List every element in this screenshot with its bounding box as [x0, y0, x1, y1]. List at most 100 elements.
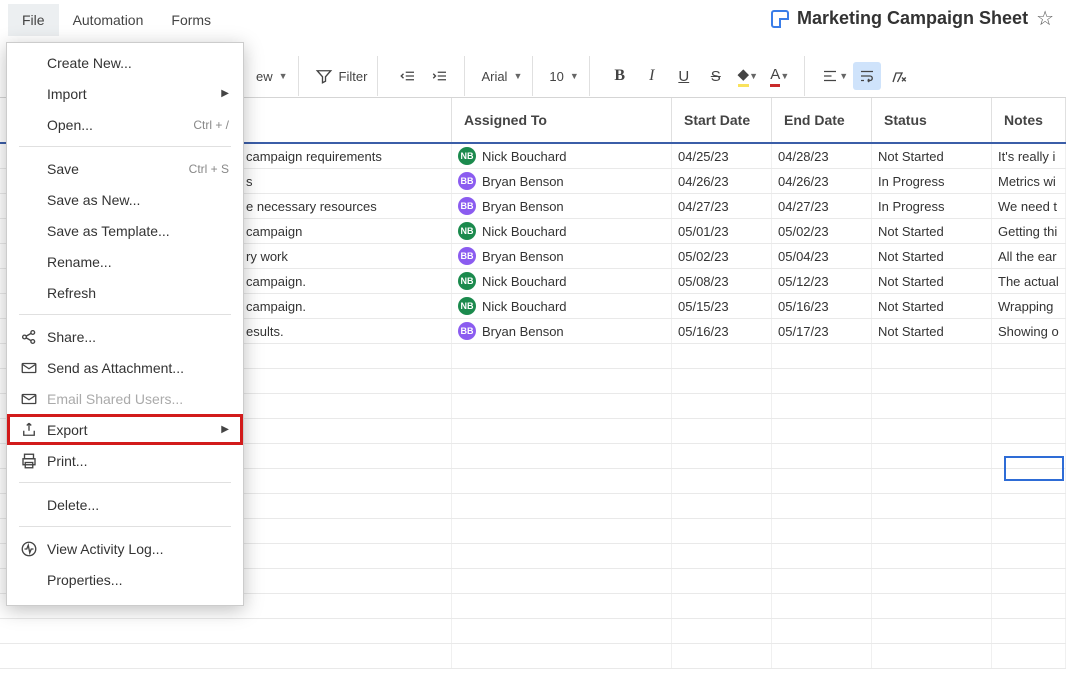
- cell-status[interactable]: Not Started: [872, 269, 992, 293]
- cell-end[interactable]: 04/26/23: [772, 169, 872, 193]
- bold-button[interactable]: B: [606, 62, 634, 90]
- wrap-text-button[interactable]: [853, 62, 881, 90]
- menu-item-save-as-template[interactable]: Save as Template...: [7, 215, 243, 246]
- share-icon: [19, 328, 39, 346]
- col-header-notes[interactable]: Notes: [992, 98, 1066, 142]
- indent-button[interactable]: [426, 62, 454, 90]
- view-dropdown-label: ew: [256, 69, 273, 84]
- menu-item-save-as-new[interactable]: Save as New...: [7, 184, 243, 215]
- view-dropdown[interactable]: ew ▼: [256, 69, 288, 84]
- underline-button[interactable]: U: [670, 62, 698, 90]
- cell-end[interactable]: 05/02/23: [772, 219, 872, 243]
- cell-status[interactable]: Not Started: [872, 244, 992, 268]
- col-header-assigned[interactable]: Assigned To: [452, 98, 672, 142]
- menu-item-share[interactable]: Share...: [7, 321, 243, 352]
- cell-start[interactable]: 05/16/23: [672, 319, 772, 343]
- cell-start[interactable]: 05/01/23: [672, 219, 772, 243]
- col-header-end[interactable]: End Date: [772, 98, 872, 142]
- font-size-selector[interactable]: 10 ▼: [549, 69, 578, 84]
- cell-notes[interactable]: The actual: [992, 269, 1066, 293]
- cell-assigned[interactable]: BBBryan Benson: [452, 194, 672, 218]
- menu-item-view-activity-log[interactable]: View Activity Log...: [7, 533, 243, 564]
- menu-item-send-as-attachment[interactable]: Send as Attachment...: [7, 352, 243, 383]
- cell-status[interactable]: In Progress: [872, 194, 992, 218]
- menu-item-save[interactable]: Save Ctrl + S: [7, 153, 243, 184]
- menu-item-properties[interactable]: Properties...: [7, 564, 243, 595]
- menu-item-label: Save as New...: [47, 192, 229, 208]
- cell-notes[interactable]: We need t: [992, 194, 1066, 218]
- cell-assigned[interactable]: BBBryan Benson: [452, 319, 672, 343]
- cell-end[interactable]: 05/17/23: [772, 319, 872, 343]
- menu-item-refresh[interactable]: Refresh: [7, 277, 243, 308]
- cell-notes[interactable]: All the ear: [992, 244, 1066, 268]
- cell-notes[interactable]: Wrapping: [992, 294, 1066, 318]
- sheet-title: Marketing Campaign Sheet: [797, 8, 1028, 29]
- cell-end[interactable]: 04/27/23: [772, 194, 872, 218]
- font-name-label: Arial: [481, 69, 507, 84]
- cell-start[interactable]: 05/02/23: [672, 244, 772, 268]
- col-header-status[interactable]: Status: [872, 98, 992, 142]
- cell-start[interactable]: 04/25/23: [672, 144, 772, 168]
- menu-item-rename[interactable]: Rename...: [7, 246, 243, 277]
- cell-end[interactable]: 05/04/23: [772, 244, 872, 268]
- note-icon[interactable]: [771, 10, 789, 28]
- cell-assigned[interactable]: NBNick Bouchard: [452, 219, 672, 243]
- menu-file[interactable]: File: [8, 4, 59, 36]
- cell-notes[interactable]: Metrics wi: [992, 169, 1066, 193]
- avatar: BB: [458, 247, 476, 265]
- menu-item-label: Properties...: [47, 572, 229, 588]
- menu-item-print[interactable]: Print...: [7, 445, 243, 476]
- activity-icon: [19, 540, 39, 558]
- cell-status[interactable]: Not Started: [872, 294, 992, 318]
- menu-item-label: Create New...: [47, 55, 229, 71]
- menu-item-label: Send as Attachment...: [47, 360, 229, 376]
- menu-item-create-new[interactable]: Create New...: [7, 47, 243, 78]
- cell-status[interactable]: Not Started: [872, 144, 992, 168]
- favorite-star-icon[interactable]: ☆: [1036, 6, 1054, 31]
- cell-end[interactable]: 05/12/23: [772, 269, 872, 293]
- cell-assigned[interactable]: NBNick Bouchard: [452, 269, 672, 293]
- filter-button[interactable]: Filter: [315, 67, 368, 85]
- strikethrough-button[interactable]: S: [702, 62, 730, 90]
- text-color-button[interactable]: A ▼: [766, 62, 794, 90]
- menu-item-open[interactable]: Open... Ctrl + /: [7, 109, 243, 140]
- font-selector[interactable]: Arial ▼: [481, 69, 522, 84]
- avatar: BB: [458, 172, 476, 190]
- table-row-empty[interactable]: [0, 644, 1066, 669]
- cell-notes[interactable]: It's really i: [992, 144, 1066, 168]
- cell-status[interactable]: In Progress: [872, 169, 992, 193]
- avatar: BB: [458, 197, 476, 215]
- menu-item-label: Share...: [47, 329, 229, 345]
- fill-color-button[interactable]: ◆ ▼: [734, 62, 762, 90]
- menu-item-export[interactable]: Export ▶: [7, 414, 243, 445]
- cell-assigned[interactable]: BBBryan Benson: [452, 169, 672, 193]
- avatar: NB: [458, 222, 476, 240]
- menu-item-import[interactable]: Import ▶: [7, 78, 243, 109]
- menu-item-delete[interactable]: Delete...: [7, 489, 243, 520]
- cell-assigned[interactable]: NBNick Bouchard: [452, 144, 672, 168]
- menu-item-label: Delete...: [47, 497, 229, 513]
- cell-assigned[interactable]: NBNick Bouchard: [452, 294, 672, 318]
- menu-forms[interactable]: Forms: [157, 4, 225, 36]
- cell-end[interactable]: 05/16/23: [772, 294, 872, 318]
- font-size-label: 10: [549, 69, 563, 84]
- cell-start[interactable]: 04/27/23: [672, 194, 772, 218]
- italic-button[interactable]: I: [638, 62, 666, 90]
- align-button[interactable]: ▼: [821, 62, 849, 90]
- menu-item-label: Print...: [47, 453, 229, 469]
- table-row-empty[interactable]: [0, 619, 1066, 644]
- cell-start[interactable]: 04/26/23: [672, 169, 772, 193]
- outdent-button[interactable]: [394, 62, 422, 90]
- menu-automation[interactable]: Automation: [59, 4, 158, 36]
- cell-start[interactable]: 05/15/23: [672, 294, 772, 318]
- cell-end[interactable]: 04/28/23: [772, 144, 872, 168]
- menu-item-email-shared-users: Email Shared Users...: [7, 383, 243, 414]
- col-header-start[interactable]: Start Date: [672, 98, 772, 142]
- cell-notes[interactable]: Getting thi: [992, 219, 1066, 243]
- cell-status[interactable]: Not Started: [872, 319, 992, 343]
- cell-start[interactable]: 05/08/23: [672, 269, 772, 293]
- cell-status[interactable]: Not Started: [872, 219, 992, 243]
- clear-format-button[interactable]: [885, 62, 913, 90]
- cell-notes[interactable]: Showing o: [992, 319, 1066, 343]
- cell-assigned[interactable]: BBBryan Benson: [452, 244, 672, 268]
